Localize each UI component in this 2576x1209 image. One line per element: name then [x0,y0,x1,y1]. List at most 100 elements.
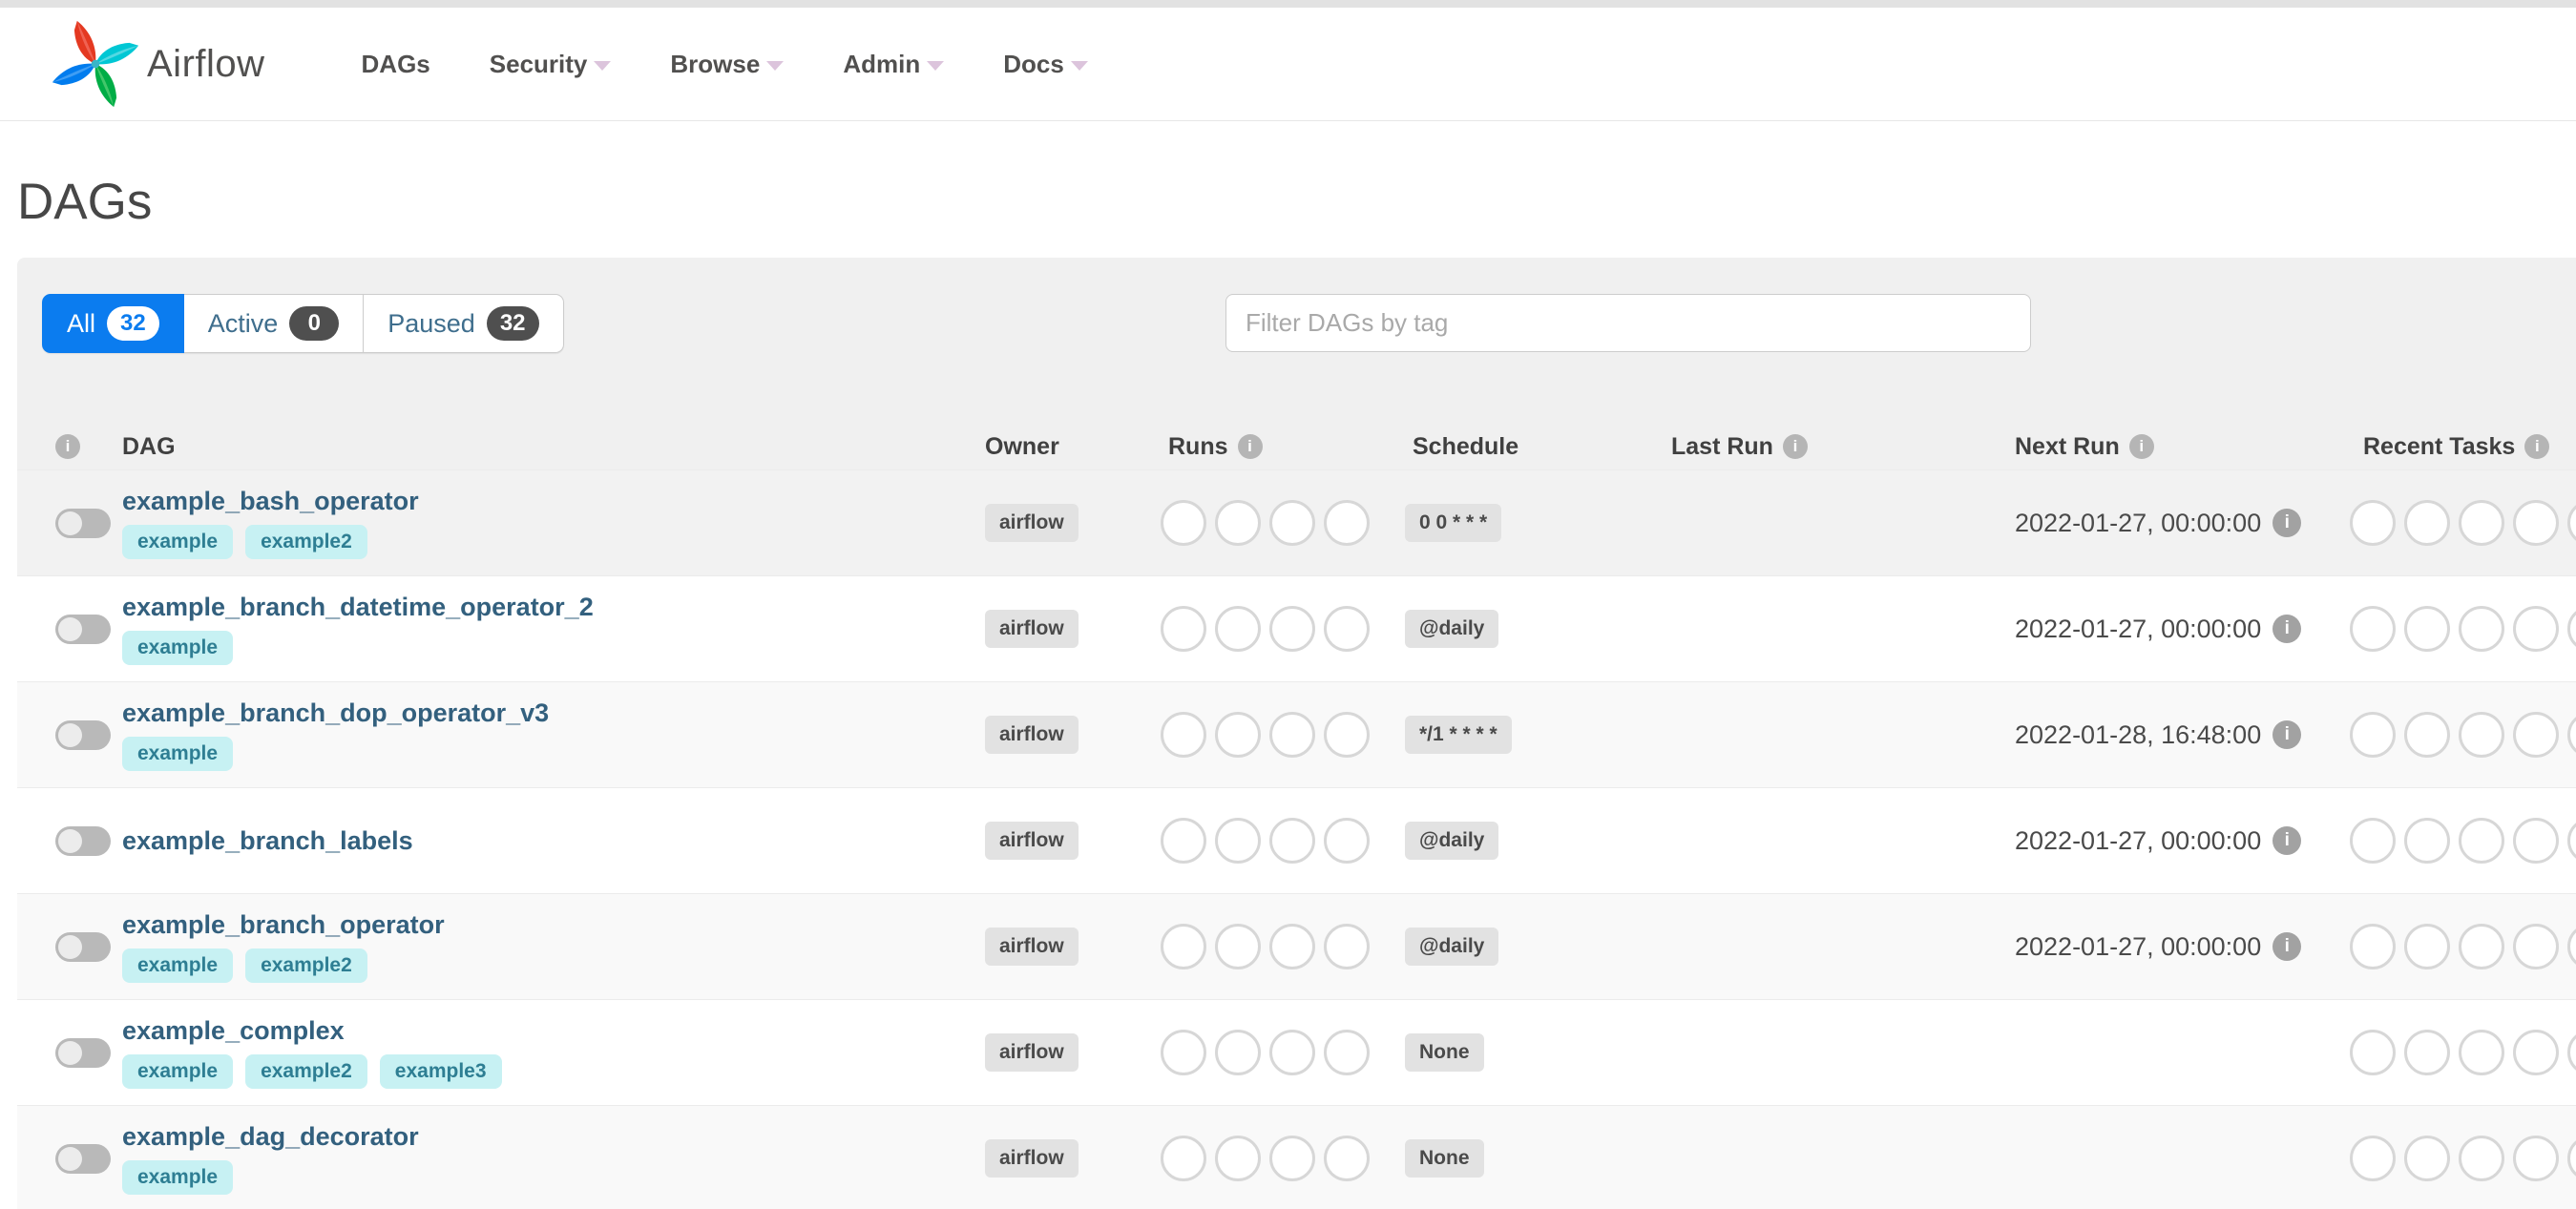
dag-tag[interactable]: example [122,1160,234,1195]
nav-item-admin[interactable]: Admin [813,50,974,79]
dag-tag[interactable]: example2 [245,948,367,983]
run-status-circle[interactable] [1215,1136,1261,1181]
task-status-circle[interactable] [2459,818,2504,864]
dag-tag[interactable]: example3 [379,1054,502,1089]
pause-toggle[interactable] [55,825,111,856]
dag-link[interactable]: example_branch_datetime_operator_2 [122,593,594,622]
task-status-circle[interactable] [2350,924,2396,969]
task-status-circle[interactable] [2404,712,2450,758]
runs-info-icon[interactable]: i [1237,434,1263,459]
pause-toggle[interactable] [55,931,111,962]
dag-tag[interactable]: example [122,525,234,559]
task-status-circle[interactable] [2459,924,2504,969]
run-status-circle[interactable] [1215,924,1261,969]
run-status-circle[interactable] [1269,818,1315,864]
dag-tag[interactable]: example2 [245,525,367,559]
next-run-detail-info-icon[interactable]: i [2272,932,2302,961]
task-status-circle[interactable] [2350,500,2396,546]
pause-toggle[interactable] [55,1143,111,1174]
nav-item-browse[interactable]: Browse [640,50,813,79]
pause-toggle[interactable] [55,719,111,750]
pause-toggle[interactable] [55,1037,111,1068]
task-status-circle[interactable] [2404,500,2450,546]
task-status-circle[interactable] [2567,924,2576,969]
task-status-circle[interactable] [2404,1136,2450,1181]
run-status-circle[interactable] [1161,924,1206,969]
run-status-circle[interactable] [1324,606,1370,652]
task-status-circle[interactable] [2513,712,2559,758]
task-status-circle[interactable] [2350,1136,2396,1181]
pause-column-info-icon[interactable]: i [55,434,80,459]
task-status-circle[interactable] [2404,924,2450,969]
task-status-circle[interactable] [2513,924,2559,969]
next-run-detail-info-icon[interactable]: i [2272,615,2302,643]
run-status-circle[interactable] [1324,1136,1370,1181]
next-run-info-icon[interactable]: i [2128,434,2154,459]
last-run-info-icon[interactable]: i [1782,434,1808,459]
dag-link[interactable]: example_dag_decorator [122,1122,419,1152]
nav-item-security[interactable]: Security [460,50,641,79]
task-status-circle[interactable] [2567,1030,2576,1075]
task-status-circle[interactable] [2459,500,2504,546]
dag-tag[interactable]: example [122,1054,234,1089]
tab-paused[interactable]: Paused 32 [364,294,564,353]
pause-toggle[interactable] [55,508,111,538]
run-status-circle[interactable] [1161,1136,1206,1181]
run-status-circle[interactable] [1215,712,1261,758]
task-status-circle[interactable] [2513,1030,2559,1075]
airflow-brand-link[interactable]: Airflow [50,18,265,110]
run-status-circle[interactable] [1269,1030,1315,1075]
run-status-circle[interactable] [1269,712,1315,758]
next-run-detail-info-icon[interactable]: i [2272,509,2302,537]
task-status-circle[interactable] [2350,818,2396,864]
task-status-circle[interactable] [2567,606,2576,652]
dag-tag[interactable]: example [122,737,234,771]
run-status-circle[interactable] [1161,818,1206,864]
task-status-circle[interactable] [2567,1136,2576,1181]
run-status-circle[interactable] [1324,924,1370,969]
dag-link[interactable]: example_complex [122,1016,345,1046]
task-status-circle[interactable] [2404,606,2450,652]
next-run-detail-info-icon[interactable]: i [2272,720,2302,749]
run-status-circle[interactable] [1269,924,1315,969]
run-status-circle[interactable] [1215,818,1261,864]
nav-item-dags[interactable]: DAGs [332,50,460,79]
pause-toggle[interactable] [55,614,111,644]
run-status-circle[interactable] [1324,1030,1370,1075]
task-status-circle[interactable] [2404,818,2450,864]
run-status-circle[interactable] [1161,712,1206,758]
run-status-circle[interactable] [1269,1136,1315,1181]
run-status-circle[interactable] [1215,606,1261,652]
run-status-circle[interactable] [1269,500,1315,546]
run-status-circle[interactable] [1215,1030,1261,1075]
run-status-circle[interactable] [1324,500,1370,546]
task-status-circle[interactable] [2567,500,2576,546]
run-status-circle[interactable] [1324,712,1370,758]
tab-active[interactable]: Active 0 [183,294,365,353]
filter-dags-by-tag-input[interactable] [1225,294,2031,352]
dag-tag[interactable]: example2 [245,1054,367,1089]
task-status-circle[interactable] [2350,606,2396,652]
dag-tag[interactable]: example [122,631,234,665]
run-status-circle[interactable] [1161,500,1206,546]
task-status-circle[interactable] [2513,1136,2559,1181]
tab-all[interactable]: All 32 [42,294,184,353]
dag-link[interactable]: example_branch_dop_operator_v3 [122,698,549,728]
task-status-circle[interactable] [2404,1030,2450,1075]
task-status-circle[interactable] [2567,712,2576,758]
task-status-circle[interactable] [2459,1136,2504,1181]
task-status-circle[interactable] [2350,712,2396,758]
dag-link[interactable]: example_branch_labels [122,826,413,856]
run-status-circle[interactable] [1269,606,1315,652]
dag-link[interactable]: example_bash_operator [122,487,419,516]
next-run-detail-info-icon[interactable]: i [2272,826,2302,855]
task-status-circle[interactable] [2513,500,2559,546]
run-status-circle[interactable] [1324,818,1370,864]
run-status-circle[interactable] [1161,606,1206,652]
run-status-circle[interactable] [1215,500,1261,546]
task-status-circle[interactable] [2459,1030,2504,1075]
task-status-circle[interactable] [2459,606,2504,652]
dag-tag[interactable]: example [122,948,234,983]
task-status-circle[interactable] [2513,606,2559,652]
task-status-circle[interactable] [2513,818,2559,864]
